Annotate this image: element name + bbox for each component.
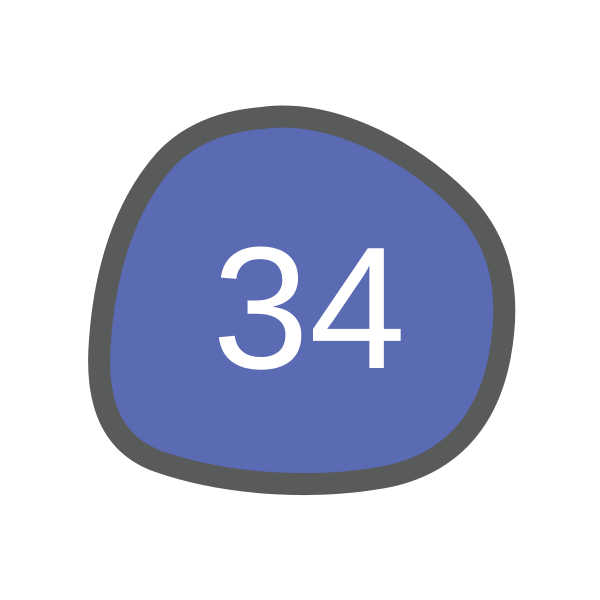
- number-badge: 34: [0, 0, 600, 600]
- badge-number: 34: [212, 210, 406, 405]
